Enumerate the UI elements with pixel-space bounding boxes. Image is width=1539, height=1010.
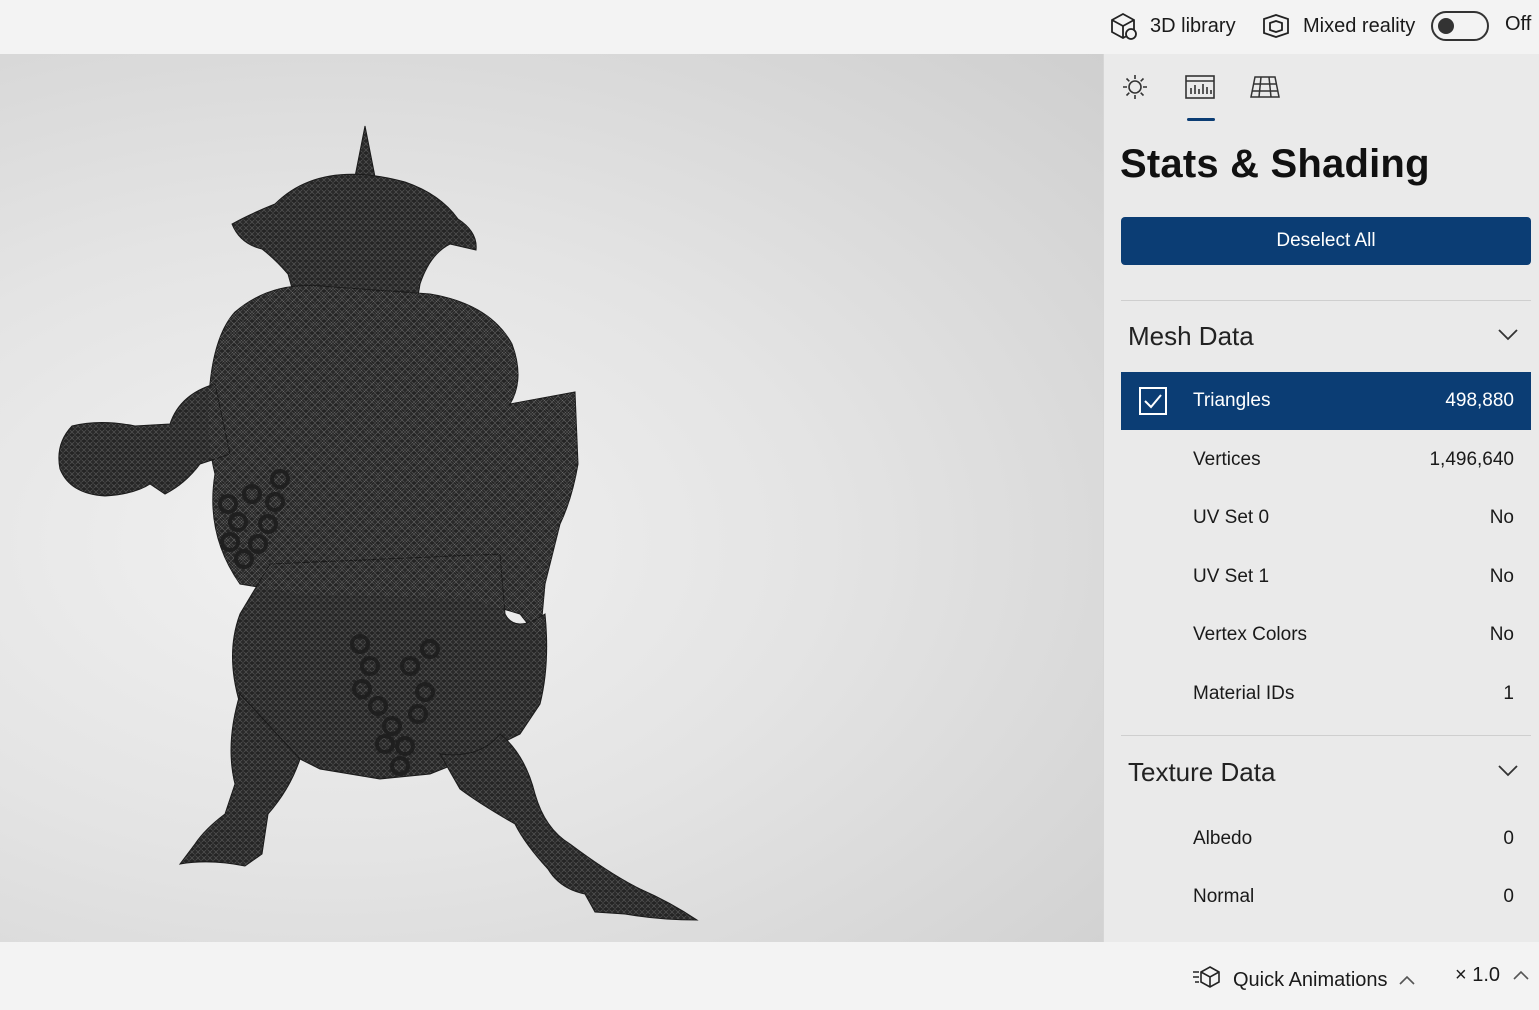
stat-row-uv-set-1[interactable]: UV Set 1 No xyxy=(1121,548,1531,606)
quick-animations-label: Quick Animations xyxy=(1233,968,1388,991)
quick-animations-button[interactable]: Quick Animations xyxy=(1191,964,1416,996)
mixed-reality-toggle[interactable] xyxy=(1431,11,1489,41)
animation-cube-icon xyxy=(1191,964,1221,996)
stat-value: 1,496,640 xyxy=(1429,449,1514,470)
tab-lighting[interactable] xyxy=(1118,72,1152,106)
stat-row-albedo[interactable]: Albedo 0 xyxy=(1121,810,1531,868)
stat-value: No xyxy=(1489,566,1514,587)
mixed-reality-button[interactable]: Mixed reality xyxy=(1261,10,1415,42)
stat-value: 0 xyxy=(1503,886,1514,907)
mesh-data-label: Mesh Data xyxy=(1128,320,1254,351)
mesh-data-header[interactable]: Mesh Data xyxy=(1121,306,1531,366)
texture-data-label: Texture Data xyxy=(1128,756,1276,787)
stat-name: Albedo xyxy=(1193,828,1253,849)
stat-value: No xyxy=(1489,624,1514,645)
stat-name: Material IDs xyxy=(1193,683,1295,704)
stat-name: UV Set 0 xyxy=(1193,507,1270,528)
bottom-toolbar: Quick Animations × 1.0 xyxy=(0,942,1539,1010)
tab-stats[interactable] xyxy=(1183,72,1217,106)
mixed-reality-label: Mixed reality xyxy=(1303,14,1416,37)
grid-icon xyxy=(1249,72,1281,107)
stat-row-uv-set-0[interactable]: UV Set 0 No xyxy=(1121,489,1531,547)
mixed-reality-icon xyxy=(1261,11,1291,41)
deselect-all-button[interactable]: Deselect All xyxy=(1121,217,1531,265)
stat-row-vertices[interactable]: Vertices 1,496,640 xyxy=(1121,431,1531,489)
stat-row-material-ids[interactable]: Material IDs 1 xyxy=(1121,665,1531,723)
top-toolbar: 3D library Mixed reality Off xyxy=(0,0,1539,54)
stat-name: Vertex Colors xyxy=(1193,624,1308,645)
chevron-down-icon[interactable] xyxy=(1497,327,1519,346)
animation-speed-selector[interactable]: × 1.0 xyxy=(1455,964,1530,987)
chevron-up-icon[interactable] xyxy=(1512,964,1530,987)
sun-icon xyxy=(1120,72,1150,107)
stat-name: Triangles xyxy=(1193,390,1271,411)
texture-data-header[interactable]: Texture Data xyxy=(1121,742,1531,802)
3d-library-button[interactable]: 3D library xyxy=(1108,10,1236,42)
divider xyxy=(1121,735,1531,736)
creature-model-wireframe[interactable] xyxy=(0,54,1103,942)
cube-icon xyxy=(1108,11,1138,41)
divider xyxy=(1121,300,1531,301)
stat-value: 0 xyxy=(1503,828,1514,849)
toggle-knob xyxy=(1438,18,1454,34)
chevron-down-icon[interactable] xyxy=(1497,763,1519,782)
stat-row-triangles[interactable]: Triangles 498,880 xyxy=(1121,372,1531,430)
stat-value: 498,880 xyxy=(1445,390,1514,411)
stat-name: UV Set 1 xyxy=(1193,566,1270,587)
stats-shading-panel: Stats & Shading Deselect All Mesh Data T… xyxy=(1103,54,1539,942)
3d-viewport[interactable] xyxy=(0,54,1103,942)
stat-value: No xyxy=(1489,507,1514,528)
active-tab-indicator xyxy=(1187,118,1215,121)
stat-name: Vertices xyxy=(1193,449,1261,470)
3d-library-label: 3D library xyxy=(1150,14,1236,37)
checkbox-checked[interactable] xyxy=(1139,387,1167,415)
panel-title: Stats & Shading xyxy=(1120,142,1430,186)
chevron-up-icon[interactable] xyxy=(1398,969,1416,992)
stat-row-vertex-colors[interactable]: Vertex Colors No xyxy=(1121,606,1531,664)
stat-row-normal[interactable]: Normal 0 xyxy=(1121,868,1531,926)
panel-tabs xyxy=(1104,54,1539,124)
speed-label: × 1.0 xyxy=(1455,964,1501,986)
stat-name: Normal xyxy=(1193,886,1255,907)
stat-value: 1 xyxy=(1503,683,1514,704)
stats-icon xyxy=(1184,72,1216,107)
tab-wireframe[interactable] xyxy=(1248,72,1282,106)
toggle-state-label: Off xyxy=(1505,13,1532,35)
